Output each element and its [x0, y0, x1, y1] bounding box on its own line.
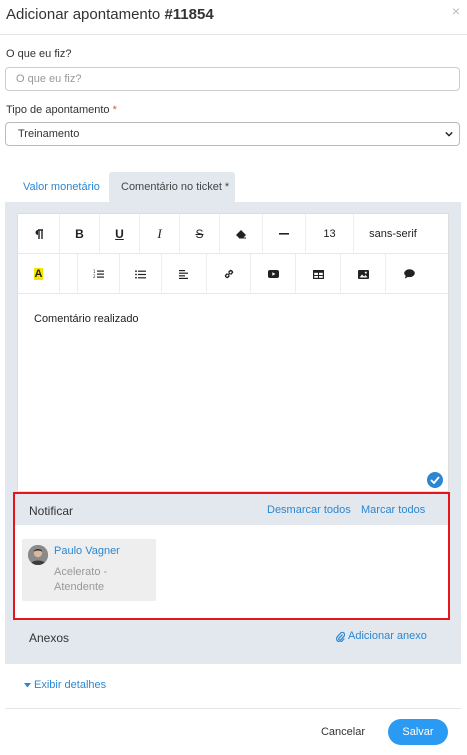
editor-content-area[interactable]: Comentário realizado	[18, 294, 448, 491]
video-icon[interactable]	[251, 254, 296, 294]
modal-title-text: Adicionar apontamento	[6, 6, 165, 23]
chevron-down-icon	[445, 131, 453, 137]
what-input[interactable]	[5, 67, 460, 91]
rich-text-editor: B U I S 13 sans-serif A 12 Comentário re…	[17, 213, 449, 492]
ordered-list-icon[interactable]: 12	[78, 254, 120, 294]
editor-toolbar-row-1: B U I S 13 sans-serif	[18, 214, 448, 254]
text-color-icon[interactable]: A	[18, 254, 60, 294]
user-card[interactable]: Paulo Vagner Acelerato - Atendente	[22, 539, 156, 601]
add-attachment-label: Adicionar anexo	[348, 630, 427, 642]
modal-title: Adicionar apontamento #11854	[6, 6, 214, 23]
unselect-all-link[interactable]: Desmarcar todos	[267, 504, 351, 516]
attachments-row: Anexos Adicionar anexo	[15, 621, 449, 653]
highlight-swatch: A	[33, 268, 44, 280]
type-label-text: Tipo de apontamento	[6, 104, 110, 116]
notify-section: Notificar Desmarcar todos Marcar todos P…	[13, 492, 450, 620]
add-entry-modal: Adicionar apontamento #11854 × O que eu …	[0, 0, 467, 755]
svg-text:2: 2	[93, 274, 96, 279]
comment-icon[interactable]	[386, 254, 432, 294]
paragraph-icon[interactable]	[18, 214, 60, 254]
tab-ticket-comment[interactable]: Comentário no ticket *	[109, 172, 235, 202]
add-attachment-link[interactable]: Adicionar anexo	[336, 630, 427, 642]
type-select[interactable]: Treinamento	[5, 122, 460, 146]
notify-title: Notificar	[29, 504, 74, 518]
editor-toolbar-row-2: A 12	[18, 254, 448, 294]
tab-monetary-value[interactable]: Valor monetário	[11, 172, 112, 202]
user-name: Paulo Vagner	[54, 545, 120, 557]
attachments-title: Anexos	[29, 631, 70, 645]
notify-header: Notificar Desmarcar todos Marcar todos	[15, 494, 448, 525]
user-role: Acelerato - Atendente	[54, 566, 108, 593]
show-details-link[interactable]: Exibir detalhes	[24, 679, 106, 691]
required-mark: *	[112, 104, 117, 116]
strikethrough-icon[interactable]: S	[180, 214, 220, 254]
cancel-button[interactable]: Cancelar	[314, 720, 372, 744]
table-icon[interactable]	[296, 254, 341, 294]
underline-icon[interactable]: U	[100, 214, 140, 254]
image-icon[interactable]	[341, 254, 386, 294]
type-label: Tipo de apontamento *	[6, 104, 117, 116]
font-family-select[interactable]: sans-serif	[354, 214, 432, 254]
horizontal-rule-icon[interactable]	[263, 214, 306, 254]
unordered-list-icon[interactable]	[120, 254, 162, 294]
ticket-number: #11854	[164, 6, 214, 23]
editor-content-text: Comentário realizado	[34, 313, 139, 325]
link-icon[interactable]	[207, 254, 251, 294]
avatar	[28, 545, 48, 565]
notify-user-list: Paulo Vagner Acelerato - Atendente	[15, 525, 448, 618]
show-details-label: Exibir detalhes	[34, 679, 107, 691]
save-button[interactable]: Salvar	[388, 719, 448, 745]
caret-down-icon	[24, 682, 31, 687]
align-left-icon[interactable]	[162, 254, 207, 294]
bold-icon[interactable]: B	[60, 214, 100, 254]
toolbar-spacer	[60, 254, 78, 294]
close-icon[interactable]: ×	[452, 3, 460, 19]
modal-header: Adicionar apontamento #11854 ×	[0, 0, 467, 35]
check-circle-icon	[427, 472, 443, 488]
eraser-icon[interactable]	[220, 214, 263, 254]
paperclip-icon	[336, 631, 345, 642]
type-select-value: Treinamento	[18, 128, 80, 140]
what-label: O que eu fiz?	[6, 48, 72, 60]
italic-icon[interactable]: I	[140, 214, 180, 254]
select-all-link[interactable]: Marcar todos	[361, 504, 425, 516]
font-size-select[interactable]: 13	[306, 214, 354, 254]
footer-divider	[5, 708, 461, 709]
